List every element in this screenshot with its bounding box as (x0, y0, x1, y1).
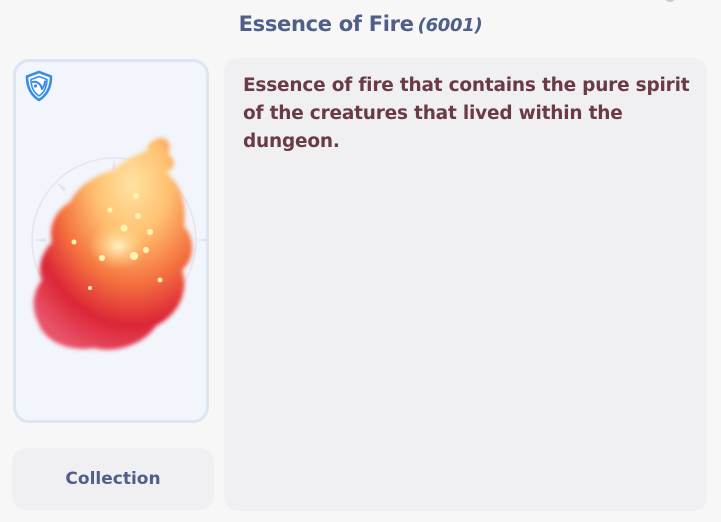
item-title: Essence of Fire (6001) (0, 12, 721, 36)
item-name: Essence of Fire (238, 12, 414, 36)
fire-essence-icon (31, 137, 206, 350)
corner-mark (664, 0, 676, 2)
item-description: Essence of fire that contains the pure s… (243, 75, 690, 152)
item-id: (6001) (417, 15, 483, 36)
item-card (13, 59, 209, 423)
collection-button[interactable]: Collection (12, 448, 214, 510)
description-panel: Essence of fire that contains the pure s… (224, 58, 707, 511)
shield-badge-icon (25, 70, 53, 102)
